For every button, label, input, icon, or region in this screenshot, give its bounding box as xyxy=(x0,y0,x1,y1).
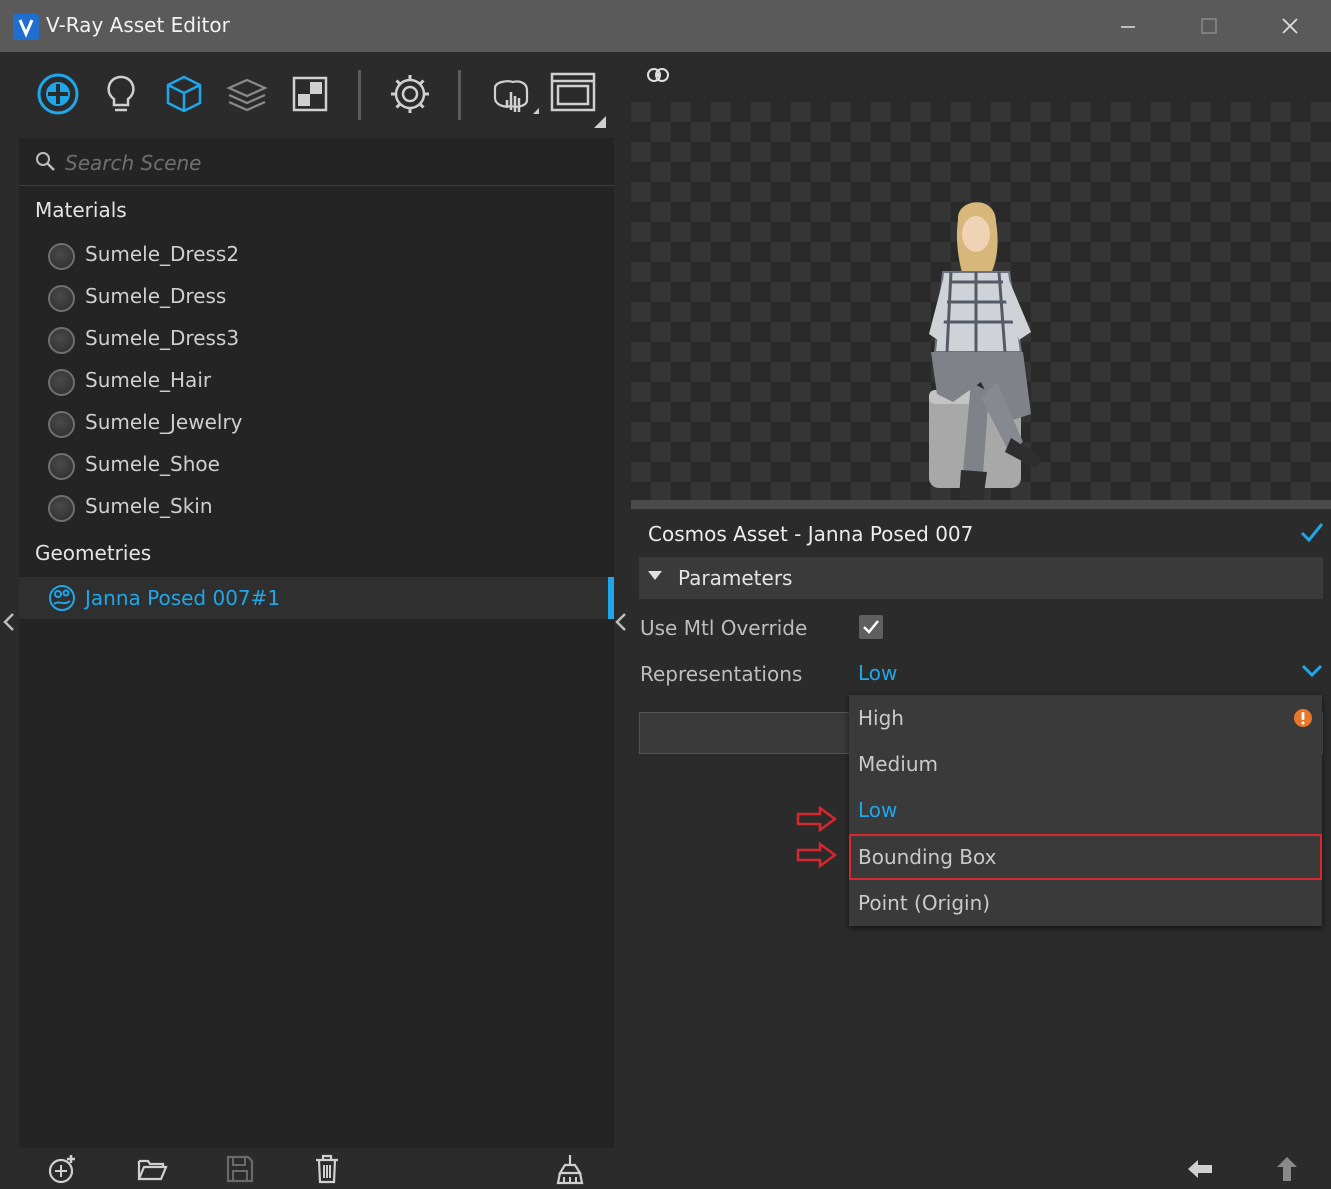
dropdown-option-bounding-box[interactable]: Bounding Box xyxy=(849,834,1322,880)
list-item[interactable]: Sumele_Jewelry xyxy=(48,407,608,441)
collapse-left-icon[interactable] xyxy=(2,612,16,636)
up-arrow-icon[interactable] xyxy=(1271,1153,1303,1185)
collapse-panel-icon[interactable] xyxy=(614,612,628,636)
list-item[interactable]: Sumele_Dress2 xyxy=(48,239,608,273)
asset-preview xyxy=(631,52,1331,548)
materials-heading: Materials xyxy=(35,198,127,222)
layers-icon[interactable] xyxy=(223,70,271,118)
render-interactive-icon[interactable] xyxy=(487,70,539,118)
panel-splitter[interactable] xyxy=(631,500,1331,509)
list-item[interactable]: Sumele_Hair xyxy=(48,365,608,399)
preview-canvas xyxy=(631,102,1331,548)
window-title: V-Ray Asset Editor xyxy=(46,13,230,37)
material-sphere-icon xyxy=(48,243,75,270)
material-sphere-icon xyxy=(48,369,75,396)
minimize-button[interactable] xyxy=(1108,8,1148,44)
person-model-icon xyxy=(929,202,1043,500)
material-sphere-icon xyxy=(48,327,75,354)
use-mtl-override-label: Use Mtl Override xyxy=(640,616,808,640)
delete-icon[interactable] xyxy=(311,1153,343,1185)
representations-dropdown: High Medium Low Bounding Box Point (Orig… xyxy=(849,695,1322,926)
geometry-item-selected[interactable]: Janna Posed 007#1 xyxy=(19,577,614,619)
list-item[interactable]: Sumele_Shoe xyxy=(48,449,608,483)
render-window-icon[interactable] xyxy=(550,70,606,128)
toolbar-separator xyxy=(458,70,461,120)
vray-logo-icon xyxy=(13,14,39,40)
title-bar: V-Ray Asset Editor xyxy=(0,0,1331,52)
preview-toggle-icon[interactable] xyxy=(645,64,671,90)
materials-icon[interactable] xyxy=(34,70,82,118)
material-sphere-icon xyxy=(48,495,75,522)
material-sphere-icon xyxy=(48,411,75,438)
warning-icon xyxy=(1293,708,1313,732)
search-input[interactable]: Search Scene xyxy=(65,151,201,175)
representations-select[interactable]: Low xyxy=(858,661,897,685)
save-icon[interactable] xyxy=(224,1153,256,1185)
enabled-check-icon[interactable] xyxy=(1300,521,1324,547)
dropdown-option-medium[interactable]: Medium xyxy=(849,741,1322,787)
dropdown-option-low[interactable]: Low xyxy=(849,787,1322,833)
back-arrow-icon[interactable] xyxy=(1184,1153,1216,1185)
material-sphere-icon xyxy=(48,285,75,312)
dropdown-option-high[interactable]: High xyxy=(849,695,1322,741)
chevron-down-icon[interactable] xyxy=(1301,663,1323,682)
maximize-button[interactable] xyxy=(1189,8,1229,44)
purge-icon[interactable] xyxy=(554,1153,586,1185)
use-mtl-override-checkbox[interactable] xyxy=(859,615,883,639)
scene-outliner: Search Scene Materials Sumele_Dress2 Sum… xyxy=(19,138,614,1148)
open-folder-icon[interactable] xyxy=(136,1153,168,1185)
toolbar-separator xyxy=(358,70,361,120)
parameters-section-header[interactable]: Parameters xyxy=(639,557,1323,599)
textures-icon[interactable] xyxy=(286,70,334,118)
representations-label: Representations xyxy=(640,662,803,686)
annotation-arrow-icon xyxy=(796,841,838,872)
bottom-toolbar xyxy=(0,1148,1331,1189)
cosmos-asset-icon xyxy=(48,584,76,616)
list-item[interactable]: Sumele_Dress3 xyxy=(48,323,608,357)
list-item[interactable]: Sumele_Dress xyxy=(48,281,608,315)
geometries-heading: Geometries xyxy=(35,541,152,565)
close-button[interactable] xyxy=(1270,8,1310,44)
search-bar[interactable]: Search Scene xyxy=(19,138,614,186)
expand-triangle-icon xyxy=(648,571,662,580)
asset-title: Cosmos Asset - Janna Posed 007 xyxy=(648,522,974,546)
dropdown-option-point-origin[interactable]: Point (Origin) xyxy=(849,880,1322,926)
material-sphere-icon xyxy=(48,453,75,480)
main-toolbar xyxy=(0,52,631,138)
list-item[interactable]: Sumele_Skin xyxy=(48,491,608,525)
add-material-icon[interactable] xyxy=(47,1153,79,1185)
search-icon xyxy=(35,151,57,177)
geometry-icon[interactable] xyxy=(160,70,208,118)
lights-icon[interactable] xyxy=(97,70,145,118)
settings-icon[interactable] xyxy=(386,70,434,118)
annotation-arrow-icon xyxy=(796,805,838,836)
